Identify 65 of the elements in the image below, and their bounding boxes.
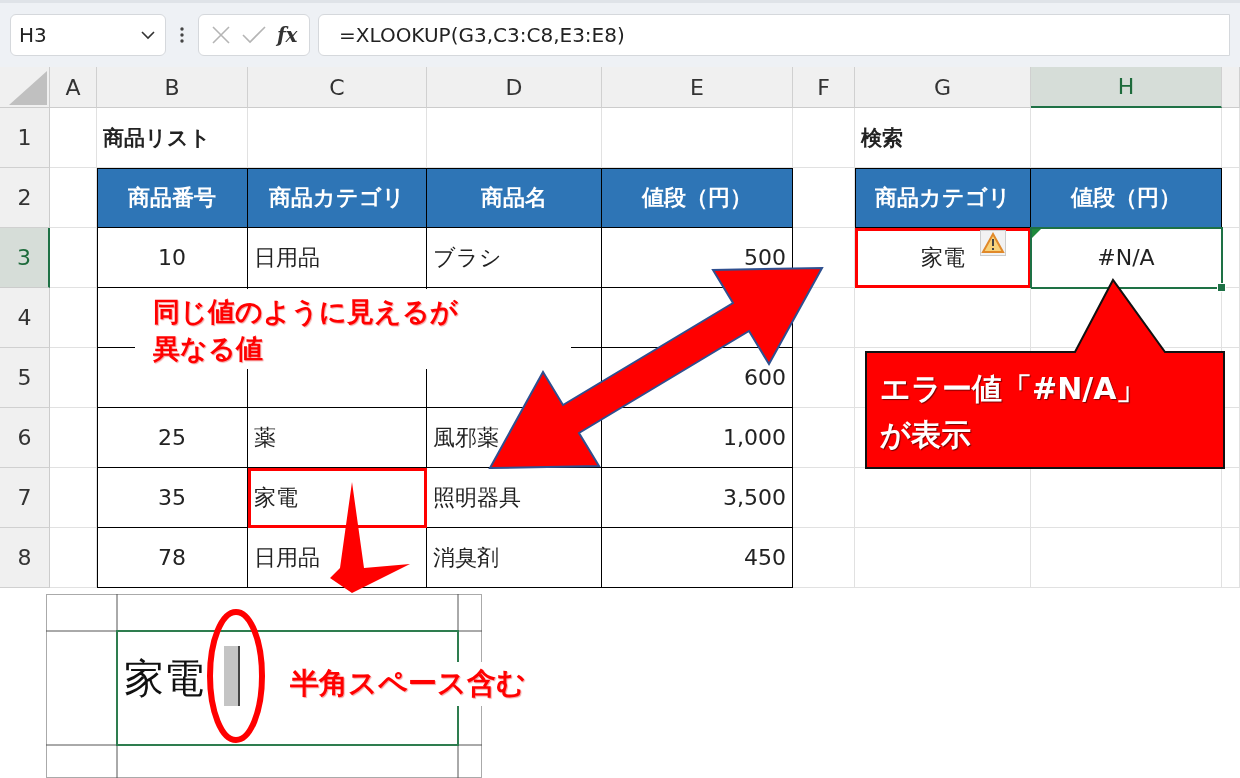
space-marker	[224, 646, 242, 706]
row-header[interactable]: 6	[0, 408, 50, 468]
table-cell: 日用品	[248, 228, 427, 288]
name-box[interactable]: H3	[10, 14, 166, 56]
table-header: 商品カテゴリ	[855, 168, 1031, 228]
more-icon[interactable]	[180, 27, 184, 43]
table-cell	[50, 468, 97, 528]
table-cell	[793, 468, 855, 528]
formula-field[interactable]: =XLOOKUP(G3,C3:C8,E3:E8)	[318, 14, 1230, 56]
annotation-note: 同じ値のように見えるが 異なる値	[135, 289, 571, 369]
table-header: 商品カテゴリ	[248, 168, 427, 228]
cell-text: 家電	[124, 656, 204, 700]
column-header[interactable]: A	[50, 67, 97, 108]
row-header[interactable]: 4	[0, 288, 50, 348]
table-cell	[1222, 468, 1240, 528]
row-header[interactable]: 8	[0, 528, 50, 588]
column-header[interactable]: E	[602, 67, 793, 108]
column-header[interactable]: B	[97, 67, 248, 108]
callout-text: エラー値「#N/A」 が表示	[880, 370, 1148, 454]
warning-icon[interactable]	[980, 230, 1006, 256]
table-cell	[50, 108, 97, 168]
table-header: 値段（円）	[602, 168, 793, 228]
check-icon[interactable]	[241, 26, 266, 44]
column-header[interactable]	[1222, 67, 1240, 108]
table-header: 値段（円）	[1031, 168, 1222, 228]
table-cell: 消臭剤	[427, 528, 602, 588]
row-header[interactable]: 3	[0, 228, 50, 288]
row-header[interactable]: 1	[0, 108, 50, 168]
table-cell	[50, 348, 97, 408]
table-cell: 78	[97, 528, 248, 588]
table-cell	[1222, 108, 1240, 168]
cancel-icon[interactable]	[210, 25, 231, 45]
column-header[interactable]: F	[793, 67, 855, 108]
table-header: 商品番号	[97, 168, 248, 228]
table-cell	[50, 528, 97, 588]
column-header[interactable]: H	[1031, 67, 1222, 108]
table-cell	[793, 108, 855, 168]
table-header: 商品名	[427, 168, 602, 228]
chevron-down-icon	[141, 30, 155, 40]
table-cell: 3,500	[602, 468, 793, 528]
table-cell: 25	[97, 408, 248, 468]
table-cell: ブラシ	[427, 228, 602, 288]
column-header[interactable]: G	[855, 67, 1031, 108]
table-cell	[50, 408, 97, 468]
row-header[interactable]: 5	[0, 348, 50, 408]
table-cell	[1222, 168, 1240, 228]
table-cell	[1222, 528, 1240, 588]
table-cell: #N/A	[1031, 228, 1222, 288]
table-cell: 家電	[855, 228, 1031, 288]
column-header[interactable]: C	[248, 67, 427, 108]
insert-function-button[interactable]: fx	[276, 23, 298, 47]
table-cell: 10	[97, 228, 248, 288]
fill-handle[interactable]	[1217, 283, 1226, 292]
column-header[interactable]: D	[427, 67, 602, 108]
select-all-button[interactable]	[0, 67, 50, 108]
table-cell	[50, 228, 97, 288]
table-cell	[793, 528, 855, 588]
table-cell: 450	[602, 528, 793, 588]
row-header[interactable]: 2	[0, 168, 50, 228]
error-indicator-icon	[1032, 229, 1041, 238]
table-cell	[50, 288, 97, 348]
row-header[interactable]: 7	[0, 468, 50, 528]
table-cell: 35	[97, 468, 248, 528]
table-cell: 家電	[248, 468, 427, 528]
table-cell: 薬	[248, 408, 427, 468]
